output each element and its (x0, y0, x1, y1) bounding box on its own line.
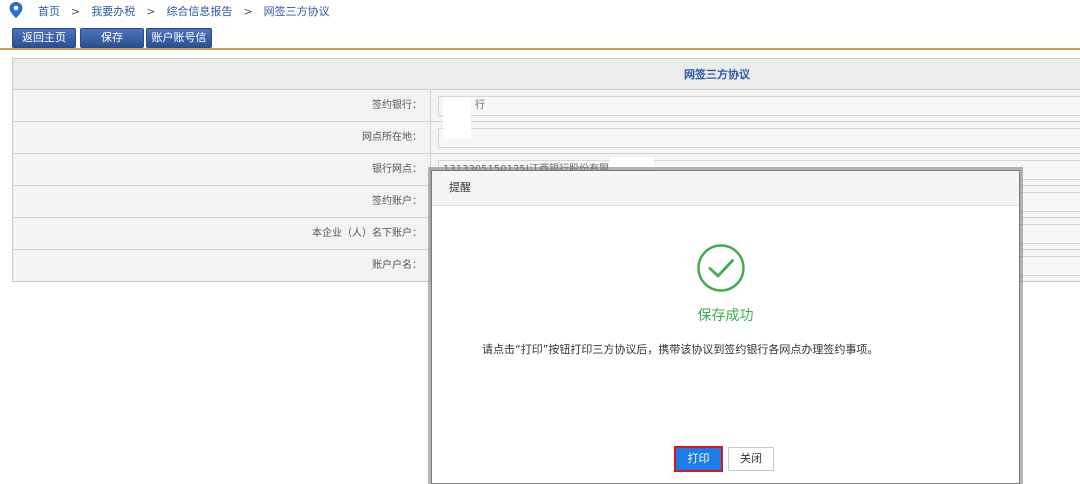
form-row-bank: 签约银行： 行 (13, 90, 1080, 122)
success-check-icon (697, 244, 745, 292)
print-button[interactable]: 打印 (674, 446, 723, 472)
breadcrumb-separator: > (146, 4, 156, 18)
breadcrumb-current[interactable]: 网签三方协议 (264, 3, 330, 19)
location-pin-icon (9, 2, 23, 18)
breadcrumb-separator: > (243, 4, 253, 18)
breadcrumb-separator: > (71, 4, 81, 18)
form-title: 网签三方协议 (13, 59, 1080, 90)
breadcrumb: 首页 > 我要办税 > 综合信息报告 > 网签三方协议 (0, 0, 1080, 22)
breadcrumb-info-report[interactable]: 综合信息报告 (166, 3, 232, 19)
reminder-dialog: 提醒 保存成功 请点击“打印”按钮打印三方协议后，携带该协议到签约银行各网点办理… (431, 170, 1020, 484)
save-button[interactable]: 保存 (80, 28, 144, 48)
close-button[interactable]: 关闭 (728, 447, 774, 471)
dialog-message: 请点击“打印”按钮打印三方协议后，携带该协议到签约银行各网点办理签约事项。 (482, 343, 879, 356)
toolbar: 返回主页 保存 账户账号信息 (0, 28, 1080, 62)
dialog-title: 提醒 (432, 171, 1019, 206)
form-row-location: 网点所在地： (13, 122, 1080, 154)
bank-field[interactable]: 行 (438, 96, 1080, 116)
redaction-mask (610, 157, 654, 170)
own-account-label: 本企业（人）名下账户： (13, 218, 431, 249)
breadcrumb-home[interactable]: 首页 (38, 3, 60, 19)
account-info-button[interactable]: 账户账号信息 (146, 28, 212, 62)
account-name-label: 账户户名： (13, 250, 431, 281)
success-title: 保存成功 (697, 308, 754, 324)
account-label: 签约账户： (13, 186, 431, 217)
location-field[interactable] (438, 128, 1080, 148)
location-label: 网点所在地： (13, 122, 431, 153)
breadcrumb-tax-services[interactable]: 我要办税 (91, 3, 135, 19)
redaction-mask (443, 97, 471, 139)
branch-label: 银行网点： (13, 154, 431, 185)
bank-value: 行 (475, 100, 485, 111)
bank-label: 签约银行： (13, 90, 431, 121)
back-home-button[interactable]: 返回主页 (12, 28, 76, 48)
